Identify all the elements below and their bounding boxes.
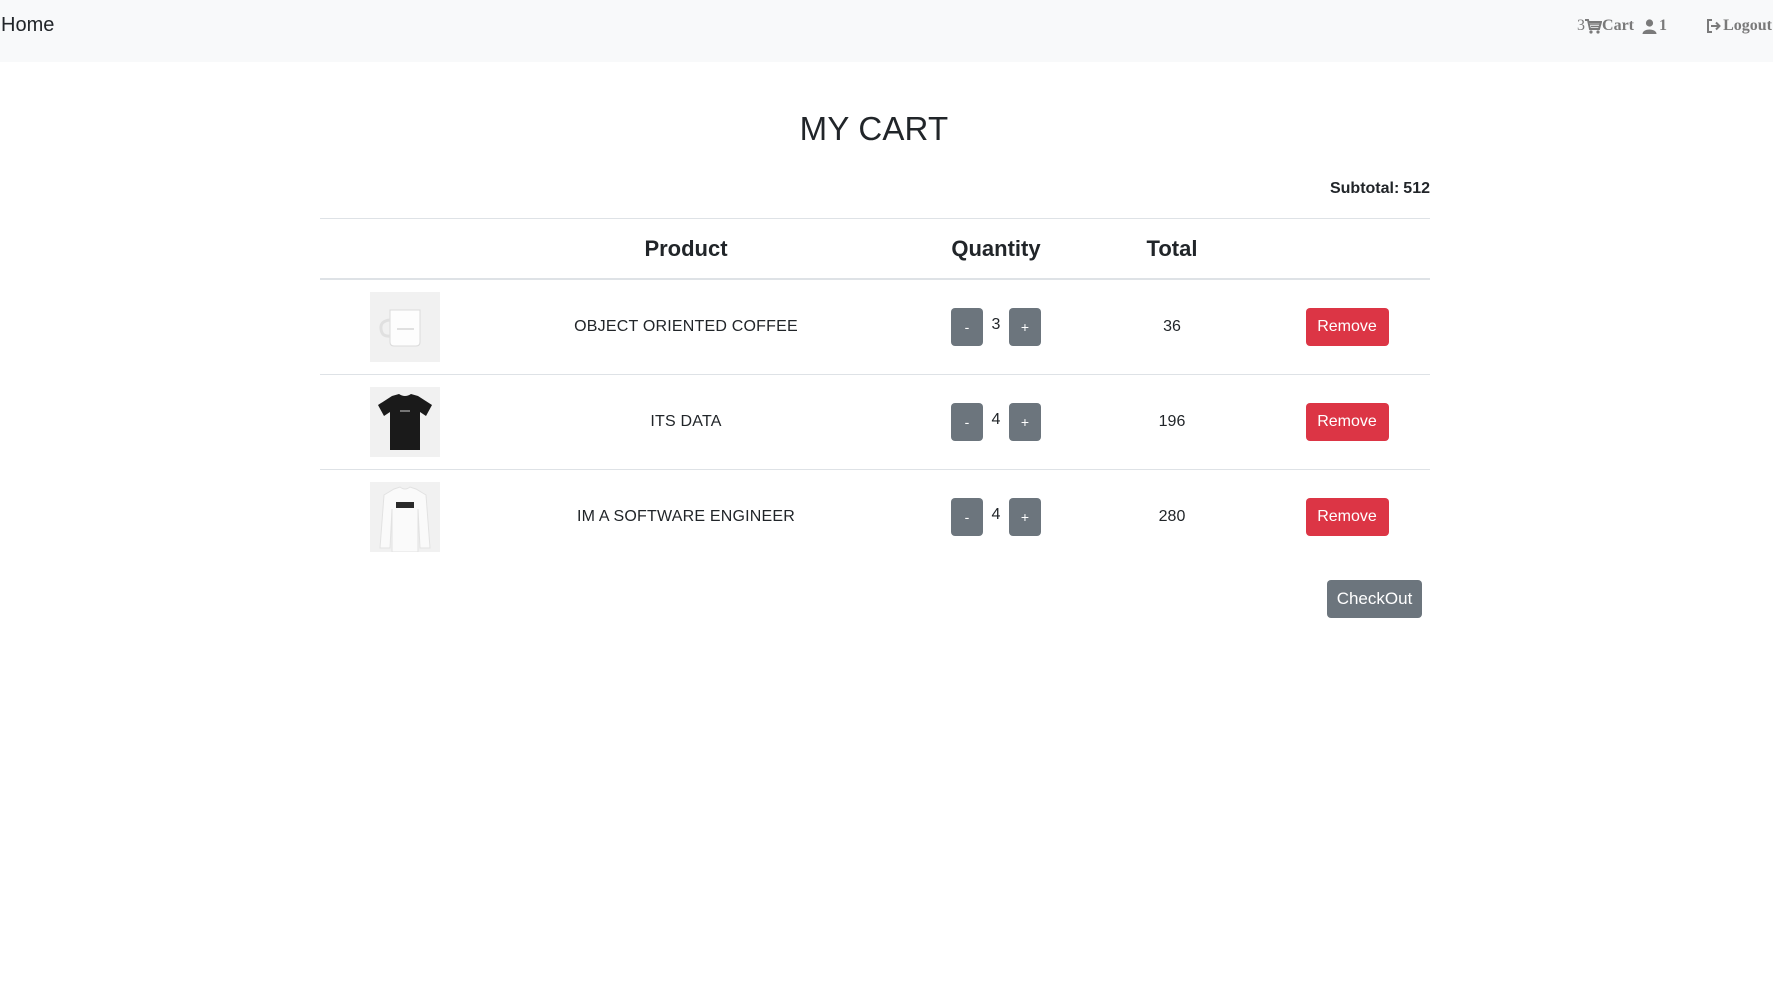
navbar: Home 3 Cart 1 Logout [0,0,1773,62]
subtotal-label: Subtotal: [1329,180,1400,197]
table-row: OBJECT ORIENTED COFFEE - 3 + 36 Remove [320,279,1430,375]
home-link[interactable]: Home [1,14,54,37]
table-row: ITS DATA - 4 + 196 Remove [320,374,1430,470]
cart-table: Product Quantity Total OBJECT ORIENTED C… [320,218,1430,564]
quantity-stepper: - 4 + [951,403,1041,441]
header-total: Total [1110,218,1234,280]
table-header-row: Product Quantity Total [320,218,1430,280]
user-count: 1 [1659,17,1667,34]
quantity-value: 3 [991,316,1001,333]
user-link[interactable]: 1 [1642,17,1667,35]
remove-button[interactable]: Remove [1305,498,1389,536]
increment-button[interactable]: + [1009,308,1041,346]
subtotal: Subtotal: 512 [1330,180,1430,198]
header-quantity: Quantity [882,218,1110,280]
decrement-button[interactable]: - [951,498,983,536]
cart-count: 3 [1577,17,1586,34]
decrement-button[interactable]: - [951,403,983,441]
mug-image [370,292,440,362]
increment-button[interactable]: + [1009,498,1041,536]
table-row: IM A SOFTWARE ENGINEER - 4 + 280 Remove [320,470,1430,565]
logout-label: Logout [1723,17,1772,34]
user-icon [1642,18,1657,34]
black-tshirt-image [370,387,440,457]
cart-icon [1585,18,1603,34]
sign-out-icon [1706,19,1722,33]
white-longsleeve-image [370,482,440,552]
row-total: 36 [1110,279,1234,375]
row-total: 196 [1110,374,1234,470]
quantity-value: 4 [991,506,1001,523]
quantity-stepper: - 3 + [951,308,1041,346]
product-name: ITS DATA [490,374,882,470]
header-product: Product [490,218,882,280]
cart-link[interactable]: 3 Cart [1577,17,1634,35]
logout-link[interactable]: Logout [1706,17,1772,35]
increment-button[interactable]: + [1009,403,1041,441]
decrement-button[interactable]: - [951,308,983,346]
header-image [320,218,490,280]
product-name: IM A SOFTWARE ENGINEER [576,508,796,525]
remove-button[interactable]: Remove [1305,308,1389,346]
page-title: MY CART [799,110,949,147]
row-total: 280 [1158,508,1186,525]
quantity-value: 4 [991,411,1001,428]
product-name: OBJECT ORIENTED COFFEE [490,279,882,375]
quantity-stepper: - 4 + [951,498,1041,536]
header-action [1234,218,1430,280]
cart-label: Cart [1602,17,1634,34]
remove-button[interactable]: Remove [1305,403,1389,441]
checkout-button[interactable]: CheckOut [1327,580,1422,618]
subtotal-value: 512 [1403,180,1430,197]
